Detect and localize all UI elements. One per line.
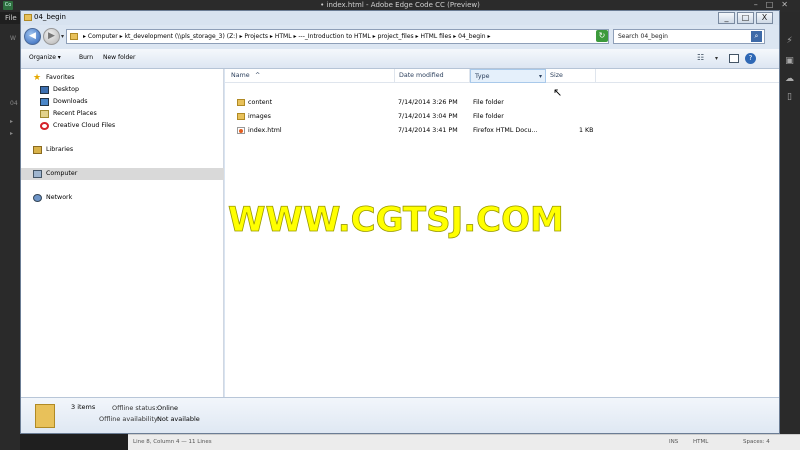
file-date: 7/14/2014 3:26 PM bbox=[398, 99, 458, 106]
column-filter-icon[interactable]: ▾ bbox=[539, 70, 542, 84]
downloads-icon bbox=[40, 98, 49, 106]
file-type: File folder bbox=[473, 99, 504, 106]
star-icon: ★ bbox=[33, 73, 42, 83]
maximize-button[interactable]: □ bbox=[737, 12, 754, 24]
explorer-title: 04_begin bbox=[34, 13, 66, 21]
details-pane: 3 items Offline status: Online Offline a… bbox=[21, 397, 779, 433]
file-date: 7/14/2014 3:41 PM bbox=[398, 127, 458, 134]
nav-creative-cloud-files[interactable]: Creative Cloud Files bbox=[21, 120, 224, 132]
preview-pane-icon[interactable] bbox=[729, 54, 739, 63]
file-date: 7/14/2014 3:04 PM bbox=[398, 113, 458, 120]
sidebar-fragment: W bbox=[10, 35, 16, 42]
sort-indicator-icon: ^ bbox=[255, 72, 261, 79]
indent-spaces[interactable]: Spaces: 4 bbox=[743, 435, 770, 450]
file-type: Firefox HTML Docu... bbox=[473, 127, 538, 134]
nav-computer[interactable]: Computer bbox=[21, 168, 224, 180]
column-type[interactable]: Type ▾ bbox=[470, 69, 546, 83]
file-row[interactable]: images 7/14/2014 3:04 PM File folder bbox=[225, 110, 779, 123]
column-size[interactable]: Size bbox=[546, 69, 596, 83]
views-icon[interactable]: ☷ bbox=[697, 53, 704, 62]
extension-manager-icon[interactable]: ▣ bbox=[784, 56, 795, 66]
item-count: 3 items bbox=[71, 403, 96, 411]
sidebar-fragment: ▸ bbox=[10, 118, 14, 125]
recent-pages-dropdown[interactable]: ▾ bbox=[61, 33, 64, 40]
app-statusbar: Line 8, Column 4 — 11 Lines INS HTML Spa… bbox=[128, 434, 800, 450]
file-name: content bbox=[248, 99, 273, 106]
minimize-button[interactable]: _ bbox=[718, 12, 735, 24]
explorer-titlebar[interactable]: 04_begin _ □ X bbox=[21, 11, 779, 25]
live-preview-icon[interactable]: ⚡ bbox=[784, 36, 795, 46]
nav-libraries[interactable]: Libraries bbox=[21, 144, 224, 156]
nav-favorites[interactable]: ★ Favorites bbox=[21, 72, 224, 84]
file-size: 1 KB bbox=[579, 127, 594, 134]
offline-availability-value: Not available bbox=[157, 415, 200, 423]
nav-recent-places[interactable]: Recent Places bbox=[21, 108, 224, 120]
network-icon bbox=[33, 194, 42, 202]
app-sidebar: W 04 ▸ ▸ bbox=[0, 24, 20, 450]
views-dropdown-icon[interactable]: ▾ bbox=[715, 55, 718, 62]
file-row[interactable]: index.html 7/14/2014 3:41 PM Firefox HTM… bbox=[225, 124, 779, 137]
nav-downloads[interactable]: Downloads bbox=[21, 96, 224, 108]
creative-cloud-icon bbox=[40, 122, 49, 130]
app-title: • index.html - Adobe Edge Code CC (Previ… bbox=[320, 1, 480, 9]
mouse-cursor-icon: ↖ bbox=[553, 86, 563, 99]
menu-file[interactable]: File bbox=[0, 12, 20, 24]
navigation-pane: ★ Favorites Desktop Downloads Recent Pla… bbox=[21, 69, 224, 397]
folder-icon bbox=[24, 14, 32, 21]
sidebar-fragment: 04 bbox=[10, 100, 18, 107]
column-header: Name ^ Date modified Type ▾ Size bbox=[225, 69, 779, 83]
recent-places-icon bbox=[40, 110, 49, 118]
explorer-navbar: ◀ ▶ ▾ ▸ Computer ▸ kt_development (\\pls… bbox=[21, 25, 779, 49]
refresh-icon[interactable]: ↻ bbox=[596, 30, 608, 42]
file-type: File folder bbox=[473, 113, 504, 120]
offline-availability-label: Offline availability: bbox=[99, 415, 160, 423]
folder-icon bbox=[237, 113, 245, 120]
folder-icon bbox=[35, 404, 55, 428]
new-folder-button[interactable]: New folder bbox=[103, 54, 135, 61]
app-window-buttons[interactable]: –□✕ bbox=[754, 0, 796, 9]
forward-button[interactable]: ▶ bbox=[43, 28, 60, 45]
device-preview-icon[interactable]: ▯ bbox=[784, 92, 795, 102]
address-path[interactable]: ▸ Computer ▸ kt_development (\\pls_stora… bbox=[83, 33, 491, 40]
organize-button[interactable]: Organize ▾ bbox=[29, 54, 61, 61]
nav-network[interactable]: Network bbox=[21, 192, 224, 204]
sidebar-fragment: ▸ bbox=[10, 130, 14, 137]
computer-icon bbox=[33, 170, 42, 178]
burn-button[interactable]: Burn bbox=[79, 54, 93, 61]
nav-desktop[interactable]: Desktop bbox=[21, 84, 224, 96]
cursor-position: Line 8, Column 4 — 11 Lines bbox=[133, 439, 212, 445]
help-icon[interactable]: ? bbox=[745, 53, 756, 64]
libraries-icon bbox=[33, 146, 42, 154]
file-name: images bbox=[248, 113, 271, 120]
column-date-modified[interactable]: Date modified bbox=[395, 69, 470, 83]
watermark: WWW.CGTSJ.COM bbox=[228, 200, 565, 241]
folder-icon bbox=[237, 99, 245, 106]
app-right-toolbar: ⚡ ▣ ☁ ▯ bbox=[780, 12, 800, 450]
address-bar[interactable]: ▸ Computer ▸ kt_development (\\pls_stora… bbox=[66, 29, 609, 44]
column-name[interactable]: Name ^ bbox=[227, 69, 395, 83]
offline-status-label: Offline status: bbox=[112, 404, 158, 412]
explorer-toolbar: Organize ▾ Burn New folder ☷ ▾ ? bbox=[21, 49, 779, 69]
language-mode[interactable]: HTML bbox=[693, 435, 708, 450]
search-placeholder: Search 04_begin bbox=[618, 33, 668, 40]
back-button[interactable]: ◀ bbox=[24, 28, 41, 45]
desktop-icon bbox=[40, 86, 49, 94]
offline-status-value: Online bbox=[157, 404, 178, 412]
ins-mode[interactable]: INS bbox=[669, 435, 678, 450]
firefox-html-file-icon bbox=[237, 127, 245, 134]
close-button[interactable]: X bbox=[756, 12, 773, 24]
search-icon[interactable]: ⌕ bbox=[751, 31, 762, 42]
folder-icon bbox=[70, 33, 78, 40]
file-row[interactable]: content 7/14/2014 3:26 PM File folder bbox=[225, 96, 779, 109]
file-name: index.html bbox=[248, 127, 282, 134]
search-input[interactable]: Search 04_begin ⌕ bbox=[613, 29, 765, 44]
cloud-icon[interactable]: ☁ bbox=[784, 74, 795, 84]
